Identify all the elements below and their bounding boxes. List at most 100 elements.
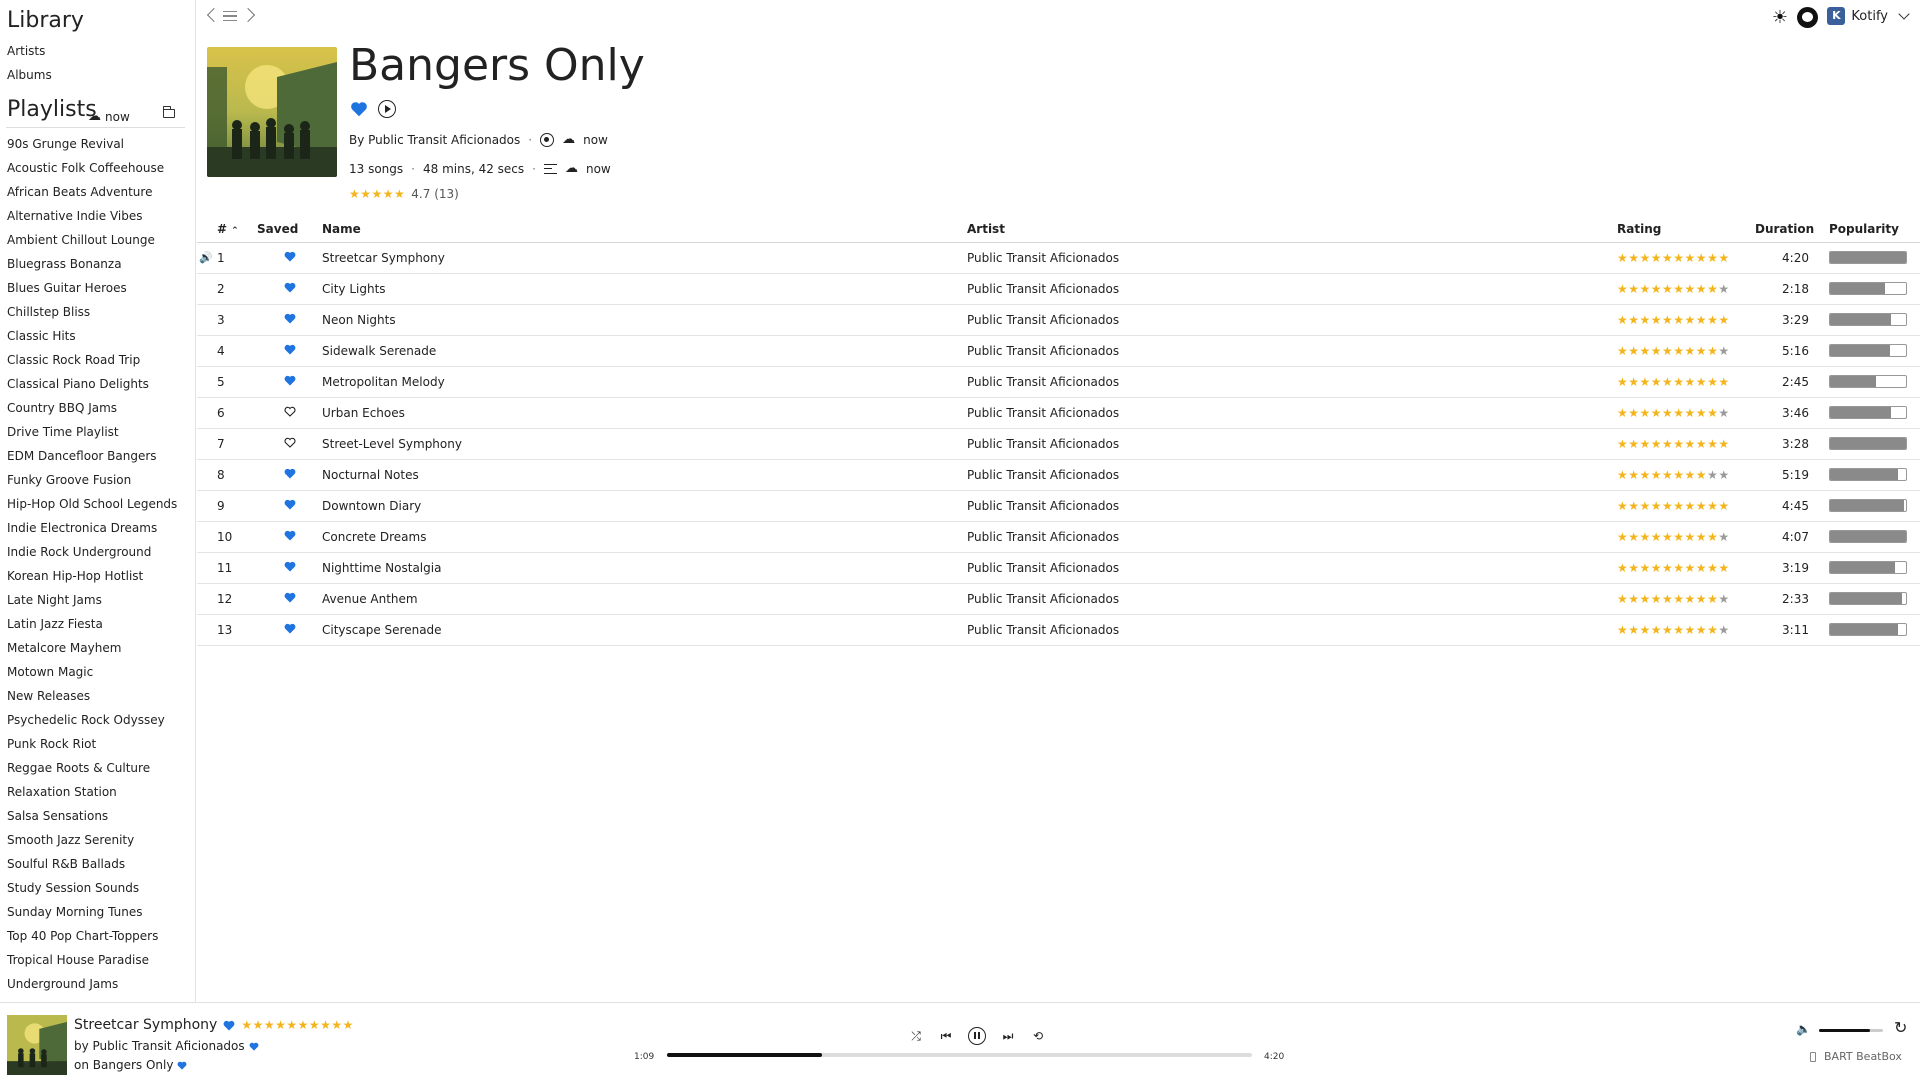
sidebar-playlist-item[interactable]: Country BBQ Jams xyxy=(0,396,195,420)
sidebar-playlist-item[interactable]: Reggae Roots & Culture xyxy=(0,756,195,780)
table-row[interactable]: 🔊 1 Streetcar Symphony Public Transit Afici… xyxy=(197,242,1920,274)
volume-icon[interactable]: 🔈 xyxy=(1796,1022,1811,1036)
table-row[interactable]: 9 Downtown Diary Public Transit Aficionado… xyxy=(197,490,1920,522)
star-rating[interactable]: ★★★★★★★★★★ xyxy=(1617,304,1755,336)
sidebar-item-artists[interactable]: Artists xyxy=(0,39,195,63)
sidebar-playlist-item[interactable]: Acoustic Folk Coffeehouse xyxy=(0,156,195,180)
table-row[interactable]: 12 Avenue Anthem Public Transit Aficionado… xyxy=(197,583,1920,615)
github-icon[interactable] xyxy=(1797,7,1818,28)
sidebar-playlist-item[interactable]: Underground Jams xyxy=(0,972,195,996)
track-name[interactable]: Metropolitan Melody xyxy=(322,366,967,398)
record-icon[interactable] xyxy=(540,132,555,147)
heart-icon[interactable] xyxy=(257,335,322,367)
table-row[interactable]: 8 Nocturnal Notes Public Transit Aficionad… xyxy=(197,459,1920,491)
track-name[interactable]: Downtown Diary xyxy=(322,490,967,522)
star-rating[interactable]: ★★★★★★★★★★ xyxy=(1617,242,1755,274)
track-artist[interactable]: Public Transit Aficionados xyxy=(967,490,1617,522)
track-artist[interactable]: Public Transit Aficionados xyxy=(967,335,1617,367)
playlist-owner[interactable]: By Public Transit Aficionados xyxy=(349,133,520,147)
heart-icon[interactable] xyxy=(257,490,322,522)
forward-arrow-icon[interactable] xyxy=(240,7,256,23)
table-row[interactable]: 4 Sidewalk Serenade Public Transit Aficion… xyxy=(197,335,1920,367)
track-artist[interactable]: Public Transit Aficionados xyxy=(967,366,1617,398)
track-name[interactable]: Cityscape Serenade xyxy=(322,614,967,646)
header-artist[interactable]: Artist xyxy=(967,216,1617,243)
track-name[interactable]: Sidewalk Serenade xyxy=(322,335,967,367)
now-playing-cover[interactable] xyxy=(7,1015,67,1075)
heart-icon[interactable] xyxy=(257,304,322,336)
heart-icon[interactable] xyxy=(177,1061,187,1070)
track-artist[interactable]: Public Transit Aficionados xyxy=(967,273,1617,305)
heart-icon[interactable] xyxy=(257,242,322,274)
heart-icon[interactable] xyxy=(257,583,322,615)
table-row[interactable]: 3 Neon Nights Public Transit Aficionados ★★… xyxy=(197,304,1920,336)
sidebar-playlist-item[interactable]: Classic Hits xyxy=(0,324,195,348)
queue-icon[interactable] xyxy=(543,163,557,174)
star-rating[interactable]: ★★★★★★★★★★ xyxy=(1617,459,1755,491)
track-name[interactable]: Neon Nights xyxy=(322,304,967,336)
star-rating[interactable]: ★★★★★★★★★★ xyxy=(1617,335,1755,367)
sidebar-playlist-item[interactable]: Smooth Jazz Serenity xyxy=(0,828,195,852)
table-row[interactable]: 2 City Lights Public Transit Aficionados ★★… xyxy=(197,273,1920,305)
sidebar-playlist-item[interactable]: Sunday Morning Tunes xyxy=(0,900,195,924)
star-rating[interactable]: ★★★★★★★★★★ xyxy=(1617,366,1755,398)
header-saved[interactable]: Saved xyxy=(257,216,322,243)
pause-icon[interactable] xyxy=(968,1027,986,1045)
previous-icon[interactable]: ⏮ xyxy=(938,1028,954,1044)
track-name[interactable]: Nocturnal Notes xyxy=(322,459,967,491)
star-rating[interactable]: ★★★★★★★★★★ xyxy=(1617,428,1755,460)
sidebar-playlist-item[interactable]: Korean Hip-Hop Hotlist xyxy=(0,564,195,588)
track-artist[interactable]: Public Transit Aficionados xyxy=(967,614,1617,646)
table-row[interactable]: 7 Street-Level Symphony Public Transit Afi… xyxy=(197,428,1920,460)
heart-icon[interactable] xyxy=(257,459,322,491)
sidebar-playlist-item[interactable]: Chillstep Bliss xyxy=(0,300,195,324)
progress-bar[interactable] xyxy=(667,1053,1252,1057)
sidebar-playlist-item[interactable]: Late Night Jams xyxy=(0,588,195,612)
heart-icon[interactable] xyxy=(257,366,322,398)
header-name[interactable]: Name xyxy=(322,216,967,243)
sidebar-playlist-item[interactable]: Indie Electronica Dreams xyxy=(0,516,195,540)
sidebar-playlist-item[interactable]: Alternative Indie Vibes xyxy=(0,204,195,228)
heart-icon[interactable] xyxy=(257,397,322,429)
sidebar-playlist-item[interactable]: Blues Guitar Heroes xyxy=(0,276,195,300)
track-name[interactable]: Streetcar Symphony xyxy=(322,242,967,274)
table-row[interactable]: 5 Metropolitan Melody Public Transit Afici… xyxy=(197,366,1920,398)
sidebar-playlist-item[interactable]: Salsa Sensations xyxy=(0,804,195,828)
sidebar-playlist-item[interactable]: African Beats Adventure xyxy=(0,180,195,204)
star-rating[interactable]: ★★★★★★★★★★ xyxy=(1617,583,1755,615)
star-rating[interactable]: ★★★★★★★★★★ xyxy=(1617,614,1755,646)
new-folder-icon[interactable] xyxy=(163,106,175,118)
sidebar-playlist-item[interactable]: Classic Rock Road Trip xyxy=(0,348,195,372)
sidebar-playlist-item[interactable]: 90s Grunge Revival xyxy=(0,132,195,156)
table-row[interactable]: 10 Concrete Dreams Public Transit Aficiona… xyxy=(197,521,1920,553)
track-artist[interactable]: Public Transit Aficionados xyxy=(967,583,1617,615)
sidebar-playlist-item[interactable]: New Releases xyxy=(0,684,195,708)
track-artist[interactable]: Public Transit Aficionados xyxy=(967,304,1617,336)
track-name[interactable]: Urban Echoes xyxy=(322,397,967,429)
sidebar-playlist-item[interactable]: Indie Rock Underground xyxy=(0,540,195,564)
sidebar-playlist-item[interactable]: Funky Groove Fusion xyxy=(0,468,195,492)
heart-icon[interactable] xyxy=(350,101,368,117)
sidebar-playlist-item[interactable]: Bluegrass Bonanza xyxy=(0,252,195,276)
sidebar-playlist-item[interactable]: Hip-Hop Old School Legends xyxy=(0,492,195,516)
heart-icon[interactable] xyxy=(223,1020,235,1031)
star-rating[interactable]: ★★★★★★★★★★ xyxy=(1617,521,1755,553)
shuffle-icon[interactable]: ⤮ xyxy=(908,1028,924,1044)
sun-icon[interactable]: ☀ xyxy=(1770,8,1790,28)
track-name[interactable]: City Lights xyxy=(322,273,967,305)
sidebar-playlist-item[interactable]: Punk Rock Riot xyxy=(0,732,195,756)
star-rating[interactable]: ★★★★★★★★★★ xyxy=(1617,552,1755,584)
heart-icon[interactable] xyxy=(249,1042,259,1051)
star-rating[interactable]: ★★★★★★★★★★ xyxy=(241,1018,354,1032)
sidebar-playlist-item[interactable]: Study Session Sounds xyxy=(0,876,195,900)
refresh-icon[interactable]: ↻ xyxy=(1894,1018,1907,1037)
track-artist[interactable]: Public Transit Aficionados xyxy=(967,428,1617,460)
sidebar-playlist-item[interactable]: Relaxation Station xyxy=(0,780,195,804)
table-row[interactable]: 11 Nighttime Nostalgia Public Transit Afic… xyxy=(197,552,1920,584)
star-rating[interactable]: ★★★★★★★★★★ xyxy=(1617,273,1755,305)
sidebar-playlist-item[interactable]: Top 40 Pop Chart-Toppers xyxy=(0,924,195,948)
track-name[interactable]: Nighttime Nostalgia xyxy=(322,552,967,584)
play-circle-icon[interactable] xyxy=(378,100,396,118)
header-rating[interactable]: Rating xyxy=(1617,216,1755,243)
header-popularity[interactable]: Popularity xyxy=(1819,216,1920,243)
